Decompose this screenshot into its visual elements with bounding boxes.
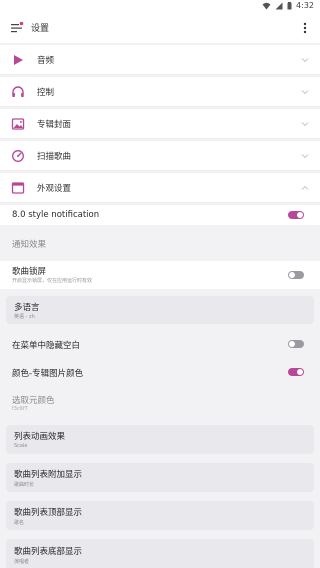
row-title: 歌曲锁屏 [12,267,47,277]
lyrics-lockscreen-toggle[interactable] [288,271,304,279]
card-value: Scale [14,443,28,449]
battery-icon [287,1,292,9]
row-title: 通知效果 [12,240,47,250]
section-audio[interactable]: 音频 [0,45,320,75]
language-card[interactable]: 多语言 英语 - zh [6,296,314,324]
section-control[interactable]: 控制 [0,77,320,107]
color-album-row[interactable]: 颜色-专辑图片颜色 [0,362,320,382]
section-album-art[interactable]: 专辑封面 [0,109,320,139]
more-vert-icon[interactable] [302,21,308,35]
play-icon [14,55,23,65]
menu-icon[interactable] [10,21,24,35]
status-bar: 4:32 [0,0,320,13]
chevron-down-icon [301,122,309,127]
status-time: 4:32 [296,1,314,10]
notification-style-toggle[interactable] [288,211,304,219]
card-value: 演唱者 [14,559,30,565]
chevron-down-icon [301,154,309,159]
app-bar: 设置 [0,13,320,43]
row-title: 8.0 style notification [12,210,100,220]
section-label: 扫描歌曲 [37,152,72,162]
wifi-icon [262,2,271,9]
card-title: 歌曲列表附加显示 [14,470,83,480]
lyrics-lockscreen-row[interactable]: 歌曲锁屏 开启显示锁屏，仅在应用运行时有效 [0,261,320,289]
hide-empty-menu-row[interactable]: 在菜单中隐藏空白 [0,334,320,354]
section-label: 专辑封面 [37,120,72,130]
list-bottom-card[interactable]: 歌曲列表底部显示 演唱者 [6,539,314,568]
chevron-down-icon [301,90,309,95]
scan-icon [12,150,24,162]
status-icons: 4:32 [262,1,314,10]
card-value: 英语 - zh [14,314,35,320]
section-label: 控制 [37,88,55,98]
section-label: 外观设置 [37,184,72,194]
notification-style-row[interactable]: 8.0 style notification [0,205,320,225]
color-album-toggle[interactable] [288,368,304,376]
element-color-row[interactable]: 选取元颜色 f3c6f7 [0,390,320,418]
card-title: 歌曲列表底部显示 [14,547,83,557]
image-icon [11,118,25,130]
section-appearance[interactable]: 外观设置 [0,173,320,203]
card-title: 多语言 [14,303,40,313]
row-title: 颜色-专辑图片颜色 [12,369,84,379]
card-title: 列表动画效果 [14,432,66,442]
list-animation-card[interactable]: 列表动画效果 Scale [6,425,314,454]
row-value: f3c6f7 [12,406,28,412]
chevron-down-icon [301,58,309,63]
section-scan[interactable]: 扫描歌曲 [0,141,320,171]
row-subtitle: 开启显示锁屏，仅在应用运行时有效 [12,278,93,284]
card-value: 歌曲时长 [14,482,35,488]
notification-effect-row[interactable]: 通知效果 [0,233,320,253]
row-title: 在菜单中隐藏空白 [12,341,81,351]
window-icon [11,182,25,194]
card-title: 歌曲列表顶部显示 [14,508,83,518]
card-value: 歌名 [14,520,25,526]
hide-empty-menu-toggle[interactable] [288,340,304,348]
list-extra-card[interactable]: 歌曲列表附加显示 歌曲时长 [6,463,314,492]
section-label: 音频 [37,56,55,66]
headphones-icon [12,86,24,97]
chevron-up-icon [301,185,309,190]
row-title: 选取元颜色 [12,396,55,406]
signal-icon [275,2,283,9]
list-top-card[interactable]: 歌曲列表顶部显示 歌名 [6,501,314,530]
page-title: 设置 [31,24,50,34]
